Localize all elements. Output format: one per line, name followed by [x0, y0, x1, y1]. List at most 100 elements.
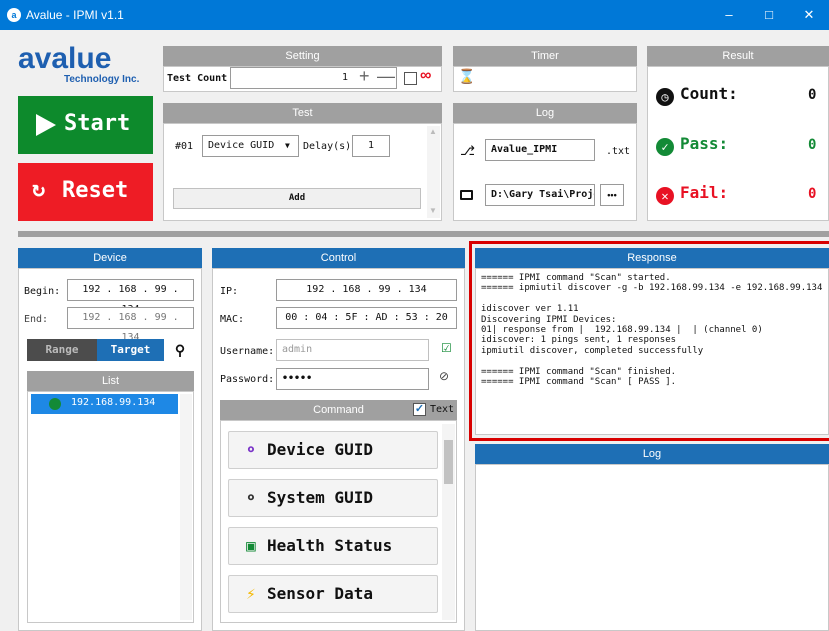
infinite-icon: ∞	[420, 67, 432, 84]
system-guid-button[interactable]: ⚬ System GUID	[228, 479, 438, 517]
brand-logo: avalue Technology Inc.	[18, 42, 154, 90]
infinite-checkbox[interactable]	[404, 72, 417, 85]
mac-byte-5: 53	[405, 312, 418, 323]
add-button[interactable]: Add	[173, 188, 421, 209]
check-icon: ✓	[656, 138, 674, 156]
end-label: End:	[24, 314, 49, 325]
close-button[interactable]: ✕	[789, 0, 829, 30]
mac-byte-6: 20	[435, 312, 448, 323]
begin-ip-octet-1: 192	[82, 284, 101, 295]
mac-byte-3: 5F	[345, 312, 358, 323]
mac-input[interactable]: 00 : 04 : 5F : AD : 53 : 20	[276, 307, 457, 329]
clock-icon: ◷	[656, 88, 674, 106]
logfile-name-input[interactable]: Avalue_IPMI	[485, 139, 595, 161]
title-bar: a Avalue - IPMI v1.1 – □ ✕	[0, 0, 829, 30]
test-header: Test	[163, 103, 442, 123]
list-item[interactable]: 192.168.99.134	[31, 394, 178, 414]
mac-byte-1: 00	[285, 312, 298, 323]
section-divider	[18, 231, 829, 237]
hourglass-icon: ⌛	[458, 68, 476, 84]
app-icon: a	[7, 8, 21, 22]
timer-panel	[453, 66, 637, 92]
command-title: Command	[313, 404, 364, 416]
command-scroll-thumb[interactable]	[444, 440, 453, 484]
health-status-label: Health Status	[267, 536, 393, 555]
end-ip-input[interactable]: 192 . 168 . 99 . 134	[67, 307, 194, 343]
pass-row: ✓ Pass:	[656, 134, 728, 156]
brand-tagline: Technology Inc.	[64, 74, 140, 85]
logfile-path-input[interactable]: D:\Gary Tsai\Proje	[485, 184, 595, 206]
system-guid-label: System GUID	[267, 488, 373, 507]
result-header: Result	[647, 46, 829, 66]
log-panel	[475, 464, 829, 631]
test-index: #01	[175, 141, 194, 152]
end-ip-octet-2: 168	[118, 312, 137, 323]
scroll-up-icon[interactable]: ▲	[429, 127, 437, 136]
eye-off-icon[interactable]: ⊘	[439, 369, 449, 383]
browse-button[interactable]: •••	[600, 184, 624, 206]
end-ip-octet-1: 192	[82, 312, 101, 323]
start-label: Start	[64, 111, 131, 136]
fail-row: ✕ Fail:	[656, 183, 728, 205]
delay-input[interactable]: 1	[352, 135, 390, 157]
count-value: 0	[808, 87, 817, 103]
file-icon: ⎇	[460, 143, 475, 158]
pass-value: 0	[808, 137, 817, 153]
logfile-header: Log	[453, 103, 637, 123]
logfile-ext: .txt	[606, 146, 631, 157]
list-scrollbar[interactable]	[180, 394, 192, 620]
begin-ip-octet-2: 168	[118, 284, 137, 295]
target-toggle[interactable]: Target	[97, 339, 164, 361]
scroll-down-icon[interactable]: ▼	[429, 206, 437, 215]
search-icon[interactable]: ⚲	[168, 339, 192, 361]
user-check-icon[interactable]: ☑	[441, 341, 452, 355]
lightning-icon: ⚡	[246, 584, 256, 603]
maximize-button[interactable]: □	[749, 0, 789, 30]
begin-ip-input[interactable]: 192 . 168 . 99 . 134	[67, 279, 194, 315]
response-header: Response	[475, 248, 829, 268]
test-count-label: Test Count	[167, 73, 228, 84]
logfile-panel	[453, 123, 637, 221]
password-label: Password:	[220, 374, 275, 385]
ip-octet-2: 168	[342, 284, 361, 295]
tag-icon: ⚬	[244, 440, 258, 459]
timer-header: Timer	[453, 46, 637, 66]
range-toggle[interactable]: Range	[27, 339, 97, 361]
list-header: List	[27, 371, 194, 391]
count-row: ◷ Count:	[656, 84, 738, 106]
text-checkbox[interactable]: ✓	[413, 403, 426, 416]
brand-name: avalue	[18, 42, 112, 75]
device-guid-button[interactable]: ⚬ Device GUID	[228, 431, 438, 469]
begin-label: Begin:	[24, 286, 61, 297]
reset-icon: ↻	[32, 177, 46, 202]
text-checkbox-label: Text	[430, 404, 455, 415]
mac-byte-4: AD	[375, 312, 388, 323]
test-command-value: Device GUID	[208, 140, 275, 151]
ip-octet-3: 99	[378, 284, 391, 295]
online-status-icon	[49, 398, 61, 410]
health-status-button[interactable]: ▣ Health Status	[228, 527, 438, 565]
end-ip-octet-3: 99	[154, 312, 167, 323]
control-header: Control	[212, 248, 465, 268]
username-input[interactable]: admin	[276, 339, 429, 361]
count-label: Count:	[680, 84, 738, 103]
reset-button[interactable]: ↻ Reset	[18, 163, 153, 221]
window-title: Avalue - IPMI v1.1	[26, 8, 124, 22]
start-button[interactable]: Start	[18, 96, 153, 154]
password-input[interactable]: •••••	[276, 368, 429, 390]
test-command-select[interactable]: Device GUID ▼	[202, 135, 299, 157]
sensor-data-button[interactable]: ⚡ Sensor Data	[228, 575, 438, 613]
reset-label: Reset	[62, 178, 129, 203]
minimize-button[interactable]: –	[709, 0, 749, 30]
test-count-input[interactable]: 1	[230, 67, 397, 89]
ip-input[interactable]: 192 . 168 . 99 . 134	[276, 279, 457, 301]
plus-icon[interactable]: +	[359, 66, 370, 87]
play-icon	[36, 114, 56, 136]
fail-label: Fail:	[680, 183, 729, 202]
x-circle-icon: ✕	[656, 187, 674, 205]
username-label: Username:	[220, 346, 275, 357]
minus-icon[interactable]: —	[377, 66, 395, 87]
test-scrollbar[interactable]	[427, 126, 440, 218]
delay-label: Delay(s)	[303, 141, 352, 152]
monitor-heart-icon: ▣	[246, 536, 256, 555]
